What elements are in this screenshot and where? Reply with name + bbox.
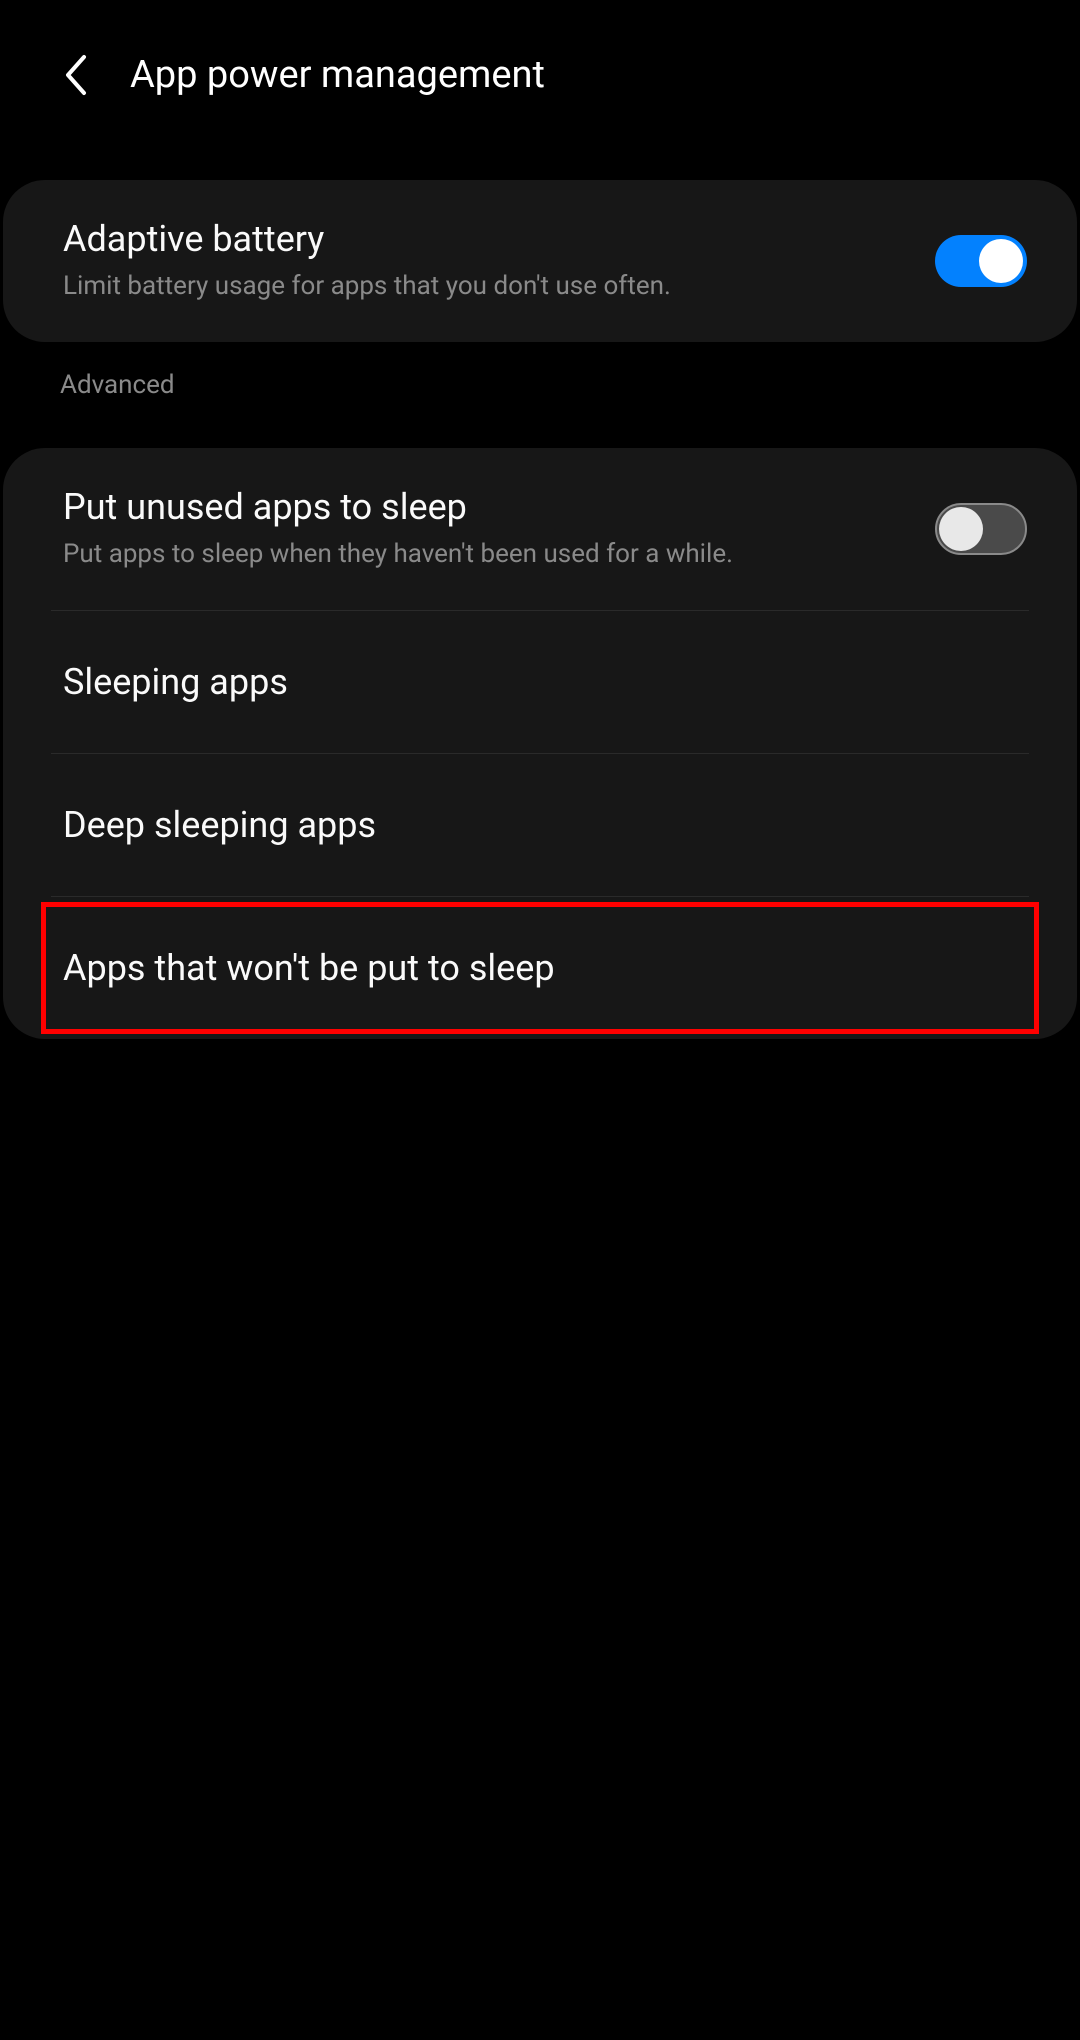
put-unused-to-sleep-text: Put unused apps to sleep Put apps to sle… bbox=[63, 486, 935, 572]
section-label-advanced: Advanced bbox=[0, 342, 1080, 418]
back-icon[interactable] bbox=[60, 50, 90, 100]
adaptive-battery-row[interactable]: Adaptive battery Limit battery usage for… bbox=[3, 180, 1077, 342]
put-unused-to-sleep-row[interactable]: Put unused apps to sleep Put apps to sle… bbox=[3, 448, 1077, 610]
apps-not-sleep-row[interactable]: Apps that won't be put to sleep bbox=[3, 897, 1077, 1039]
put-unused-to-sleep-subtitle: Put apps to sleep when they haven't been… bbox=[63, 538, 935, 572]
apps-not-sleep-title: Apps that won't be put to sleep bbox=[63, 947, 555, 989]
page-title: App power management bbox=[130, 53, 545, 97]
adaptive-battery-title: Adaptive battery bbox=[63, 218, 935, 260]
adaptive-battery-text: Adaptive battery Limit battery usage for… bbox=[63, 218, 935, 304]
toggle-knob-icon bbox=[939, 507, 983, 551]
deep-sleeping-apps-title: Deep sleeping apps bbox=[63, 804, 376, 846]
put-unused-to-sleep-title: Put unused apps to sleep bbox=[63, 486, 935, 528]
header: App power management bbox=[0, 0, 1080, 150]
sleeping-apps-row[interactable]: Sleeping apps bbox=[3, 611, 1077, 753]
highlight-box: Apps that won't be put to sleep bbox=[3, 897, 1077, 1039]
adaptive-battery-toggle[interactable] bbox=[935, 235, 1027, 287]
deep-sleeping-apps-row[interactable]: Deep sleeping apps bbox=[3, 754, 1077, 896]
put-unused-to-sleep-toggle[interactable] bbox=[935, 503, 1027, 555]
card-advanced: Put unused apps to sleep Put apps to sle… bbox=[3, 448, 1077, 1039]
card-adaptive-battery: Adaptive battery Limit battery usage for… bbox=[3, 180, 1077, 342]
toggle-knob-icon bbox=[979, 239, 1023, 283]
adaptive-battery-subtitle: Limit battery usage for apps that you do… bbox=[63, 270, 935, 304]
sleeping-apps-title: Sleeping apps bbox=[63, 661, 288, 703]
